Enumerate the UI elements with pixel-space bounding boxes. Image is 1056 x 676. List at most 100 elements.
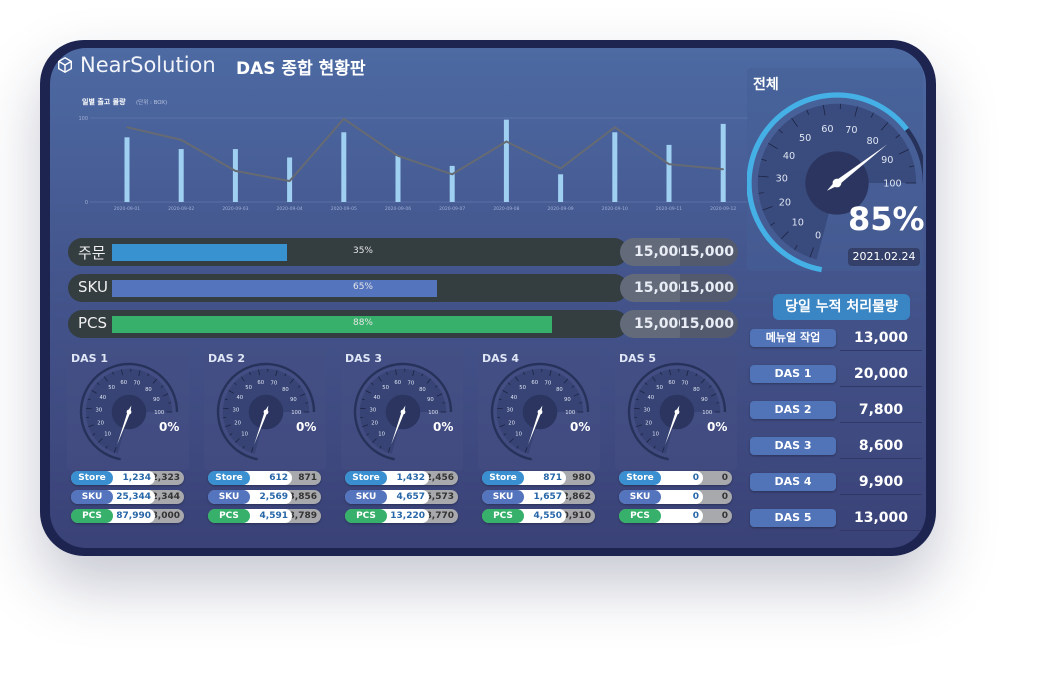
gauge-scale-label: 100 — [702, 410, 712, 416]
gauge-scale-label: 80 — [556, 387, 563, 393]
gauge-scale-label: 0 — [815, 231, 821, 242]
stat-label: SKU — [208, 490, 250, 504]
accum-value: 20,000 — [840, 363, 922, 387]
gauge-scale-label: 60 — [394, 380, 401, 386]
gauge-scale-label: 80 — [693, 387, 700, 393]
progress-label: SKU — [78, 278, 108, 296]
gauge-scale-label: 80 — [282, 387, 289, 393]
y-tick-label: 100 — [78, 116, 88, 122]
accum-value: 13,000 — [840, 327, 922, 351]
stat-total: 0 — [721, 473, 728, 483]
das-stat-store: Store 612 871 — [208, 471, 321, 485]
gauge-scale-label: 20 — [508, 420, 515, 426]
das-stat-store: Store 871 980 — [482, 471, 595, 485]
das-percent: 0% — [159, 420, 180, 434]
gauge-scale-label: 30 — [370, 407, 377, 413]
stat-label: PCS — [345, 509, 387, 523]
stat-label: Store — [482, 471, 524, 485]
x-tick-label: 2020-09-08 — [493, 206, 519, 212]
stat-label: PCS — [482, 509, 524, 523]
gauge-scale-label: 70 — [544, 381, 551, 387]
progress-row-2: PCS 88% 15,000 15,000 — [68, 310, 738, 338]
gauge-tick — [85, 407, 92, 410]
das-panel-2: DAS 2 10 20 30 40 50 60 70 80 90 100 0% Store 612… — [204, 348, 326, 528]
x-tick-label: 2020-09-02 — [168, 206, 194, 212]
das-panel-3: DAS 3 10 20 30 40 50 60 70 80 90 100 0% Store 1,4… — [341, 348, 463, 528]
line-point — [288, 180, 291, 182]
gauge-scale-label: 40 — [99, 395, 106, 401]
gauge-scale-label: 60 — [531, 380, 538, 386]
x-tick-label: 2020-09-11 — [656, 206, 682, 212]
gauge-tick — [496, 407, 503, 410]
progress-value-2: 15,000 — [680, 238, 738, 266]
accum-value: 9,900 — [840, 471, 922, 495]
das-panel-4: DAS 4 10 20 30 40 50 60 70 80 90 100 0% Store 871… — [478, 348, 600, 528]
gauge-scale-label: 10 — [652, 431, 659, 437]
gauge-scale-label: 30 — [96, 407, 103, 413]
gauge-tick — [222, 407, 229, 410]
das-panel-1: DAS 1 10 20 30 40 50 60 70 80 90 100 0% Store 1,2… — [67, 348, 189, 528]
gauge-scale-label: 40 — [647, 395, 654, 401]
stat-total: 2,323 — [151, 473, 180, 483]
das-stat-sku: SKU 0 0 — [619, 490, 732, 504]
das-gauge: 102030405060 708090100 — [353, 362, 453, 461]
das-stat-pcs: PCS 4,550 10,910 — [482, 509, 595, 523]
gauge-pivot — [832, 178, 842, 188]
gauge-scale-label: 70 — [407, 381, 414, 387]
accum-label: DAS 2 — [750, 401, 836, 419]
line-point — [722, 168, 724, 171]
das-stat-pcs: PCS 4,591 8,789 — [208, 509, 321, 523]
das-percent: 0% — [707, 420, 728, 434]
stat-total: 8,789 — [288, 511, 317, 521]
x-tick-label: 2020-09-12 — [710, 206, 736, 212]
stat-label: PCS — [71, 509, 113, 523]
gauge-scale-label: 60 — [257, 380, 264, 386]
gauge-scale-label: 50 — [245, 385, 252, 391]
bar-2020-09-10 — [612, 132, 618, 202]
bar-2020-09-05 — [341, 132, 347, 202]
gauge-scale-label: 70 — [845, 125, 857, 136]
bar-2020-09-09 — [558, 174, 564, 202]
stat-total: 980 — [572, 473, 591, 483]
gauge-scale-label: 60 — [821, 124, 833, 135]
das-stat-sku: SKU 2,569 3,856 — [208, 490, 321, 504]
das-gauge: 102030405060 708090100 — [627, 362, 727, 461]
gauge-scale-label: 30 — [507, 407, 514, 413]
line-point — [451, 173, 454, 176]
progress-label: 주문 — [78, 244, 106, 262]
accum-label: DAS 3 — [750, 437, 836, 455]
accum-row: 메뉴얼 작업 13,000 — [750, 327, 922, 351]
gauge-scale-label: 10 — [104, 431, 111, 437]
stat-total: 2,456 — [425, 473, 454, 483]
line-point — [343, 118, 345, 120]
accum-value: 13,000 — [840, 507, 922, 531]
gauge-scale-label: 10 — [515, 431, 522, 437]
brand-logo: NearSolution — [56, 53, 216, 77]
gauge-tick — [633, 407, 640, 410]
das-stat-sku: SKU 4,657 6,573 — [345, 490, 458, 504]
gauge-scale-label: 20 — [645, 420, 652, 426]
stat-total: 871 — [298, 473, 317, 483]
stat-label: SKU — [345, 490, 387, 504]
gauge-scale-label: 50 — [382, 385, 389, 391]
accum-value: 7,800 — [840, 399, 922, 423]
gauge-scale-label: 90 — [427, 397, 434, 403]
gauge-scale-label: 90 — [564, 397, 571, 403]
progress-fill — [112, 316, 552, 333]
das-percent: 0% — [570, 420, 591, 434]
progress-label: PCS — [78, 314, 108, 332]
stat-label: Store — [71, 471, 113, 485]
total-panel: 전체 0 10 20 30 40 50 60 70 80 90 100 85% 2021.02.24 — [747, 68, 925, 273]
gauge-scale-label: 80 — [145, 387, 152, 393]
line-point — [234, 170, 237, 172]
line-point — [668, 163, 670, 165]
page-title: DAS 종합 현황판 — [236, 59, 366, 79]
accum-title: 당일 누적 처리물량 — [773, 294, 910, 320]
gauge-scale-label: 100 — [291, 410, 301, 416]
progress-percent: 88% — [352, 318, 373, 328]
gauge-scale-label: 90 — [290, 397, 297, 403]
x-tick-label: 2020-09-03 — [222, 206, 248, 212]
x-tick-label: 2020-09-04 — [277, 206, 303, 212]
gauge-scale-label: 100 — [154, 410, 164, 416]
accum-row: DAS 2 7,800 — [750, 399, 922, 423]
